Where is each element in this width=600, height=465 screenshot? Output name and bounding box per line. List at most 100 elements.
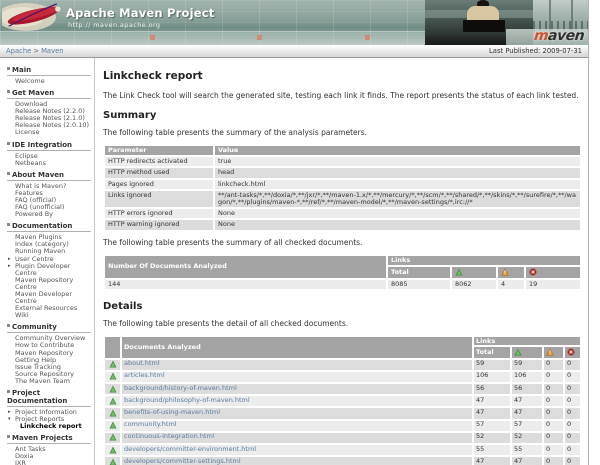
parameter-header: Parameter [105, 146, 213, 155]
chevron-right-icon[interactable]: ▸ [8, 409, 11, 416]
document-cell: background/philosophy-of-maven.html [122, 396, 472, 406]
row-status-cell [105, 433, 120, 443]
parameter-value: **/ant-tasks/*,**/doxia/*,**/jxr/*,**/ma… [215, 191, 580, 207]
document-cell: benefits-of-using-maven.html [122, 408, 472, 418]
breadcrumb-separator: > [33, 47, 39, 55]
sidebar-link[interactable]: Wiki [7, 312, 91, 319]
sidebar-link-current[interactable]: Linkcheck report [7, 423, 91, 430]
document-link[interactable]: community.html [124, 420, 177, 428]
banner-bottom-band [0, 32, 428, 45]
document-link[interactable]: background/philosophy-of-maven.html [124, 396, 250, 404]
parameter-row: HTTP warning ignoredNone [105, 220, 580, 229]
parameter-row: HTTP method usedhead [105, 168, 580, 177]
parameter-name: Pages ignored [105, 180, 213, 189]
breadcrumb-link-maven[interactable]: Maven [41, 47, 64, 55]
document-link[interactable]: background/history-of-maven.html [124, 384, 237, 392]
section-marker-icon [7, 324, 10, 327]
success-icon [109, 410, 117, 418]
status-column-header [105, 337, 120, 357]
chevron-right-icon[interactable]: ▸ [8, 263, 11, 270]
error-links-header [526, 267, 580, 278]
document-link[interactable]: articles.html [124, 371, 165, 379]
sidebar-link[interactable]: License [7, 129, 91, 136]
parameter-name: HTTP errors ignored [105, 209, 213, 218]
total-count: 47 [474, 457, 510, 465]
documents-analyzed-header: Documents Analyzed [122, 337, 472, 357]
sidebar-link[interactable]: Maven Repository Centre [7, 277, 91, 291]
sidebar-section-title: Documentation [7, 222, 91, 232]
sidebar-section-title: Maven Projects [7, 434, 91, 444]
document-link[interactable]: developers/committer-environment.html [124, 445, 256, 453]
ok-count: 52 [512, 433, 542, 443]
parameter-name: HTTP warning ignored [105, 220, 213, 229]
sidebar-link[interactable]: JXR [7, 460, 91, 465]
breadcrumb: Apache>Maven [6, 47, 64, 55]
chevron-down-icon[interactable]: ▾ [8, 416, 11, 423]
band-marker [150, 35, 155, 40]
total-count: 55 [474, 445, 510, 455]
success-icon [109, 373, 117, 381]
error-count: 0 [565, 433, 580, 443]
success-icon [109, 434, 117, 442]
row-status-cell [105, 445, 120, 455]
sidebar-link[interactable]: Welcome [7, 78, 91, 85]
warn-count: 0 [544, 457, 563, 465]
error-links-count: 19 [526, 280, 580, 289]
success-icon [109, 398, 117, 406]
parameter-name: HTTP redirects activated [105, 157, 213, 166]
ok-count: 55 [512, 445, 542, 455]
success-icon [109, 361, 117, 369]
section-marker-icon [7, 67, 10, 70]
parameter-row: Pages ignoredlinkcheck.html [105, 180, 580, 189]
section-marker-icon [7, 90, 10, 93]
documents-count: 144 [105, 280, 386, 289]
warn-count: 0 [544, 384, 563, 394]
document-cell: background/history-of-maven.html [122, 384, 472, 394]
parameter-name: Links ignored [105, 191, 213, 207]
sidebar-section: Get MavenDownloadRelease Notes (2.2.0)Re… [7, 89, 91, 136]
row-status-cell [105, 457, 120, 465]
total-links-count: 8085 [388, 280, 450, 289]
total-header: Total [474, 347, 510, 357]
page: Apache Maven Project http:// maven.apach… [0, 0, 589, 465]
error-count: 0 [565, 372, 580, 382]
total-count: 59 [474, 360, 510, 370]
document-row: benefits-of-using-maven.html474700 [105, 408, 580, 418]
document-link[interactable]: developers/committer-settings.html [124, 457, 241, 465]
success-icon [109, 459, 117, 465]
sidebar: Main Welcome Get MavenDownloadRelease Note… [0, 58, 95, 465]
document-row: background/history-of-maven.html565600 [105, 384, 580, 394]
warn-count: 0 [544, 408, 563, 418]
sidebar-section: CommunityCommunity OverviewHow to Contri… [7, 323, 91, 385]
error-count: 0 [565, 408, 580, 418]
sidebar-link[interactable]: The Maven Team [7, 378, 91, 385]
documents-summary-intro: The following table presents the summary… [103, 238, 582, 247]
parameter-value: head [215, 168, 580, 177]
links-header: Links [474, 337, 580, 345]
sidebar-section-title: Main [7, 66, 91, 76]
details-heading: Details [103, 301, 582, 312]
sidebar-section: About MavenWhat is Maven?FeaturesFAQ (of… [7, 171, 91, 218]
error-icon [567, 349, 575, 357]
parameter-name: HTTP method used [105, 168, 213, 177]
document-link[interactable]: about.html [124, 359, 160, 367]
breadcrumb-link-apache[interactable]: Apache [6, 47, 31, 55]
document-cell: community.html [122, 421, 472, 431]
sidebar-link[interactable]: ▸Plugin Developer Centre [7, 263, 91, 277]
sidebar-section: DocumentationMaven PluginsIndex (categor… [7, 222, 91, 319]
sidebar-link[interactable]: Maven Developer Centre [7, 291, 91, 305]
document-link[interactable]: continuous-integration.html [124, 432, 215, 440]
sidebar-link[interactable]: Powered By [7, 211, 91, 218]
sidebar-link[interactable]: Netbeans [7, 160, 91, 167]
parameter-value: true [215, 157, 580, 166]
warn-count: 0 [544, 445, 563, 455]
chevron-right-icon[interactable]: ▸ [8, 256, 11, 263]
document-row: developers/committer-environment.html 555… [105, 445, 580, 455]
total-count: 52 [474, 433, 510, 443]
document-cell: articles.html [122, 372, 472, 382]
document-link[interactable]: benefits-of-using-maven.html [124, 408, 220, 416]
ok-links-header [512, 347, 542, 357]
summary-heading: Summary [103, 110, 582, 121]
details-intro: The following table presents the detail … [103, 319, 582, 328]
parameter-value: None [215, 220, 580, 229]
